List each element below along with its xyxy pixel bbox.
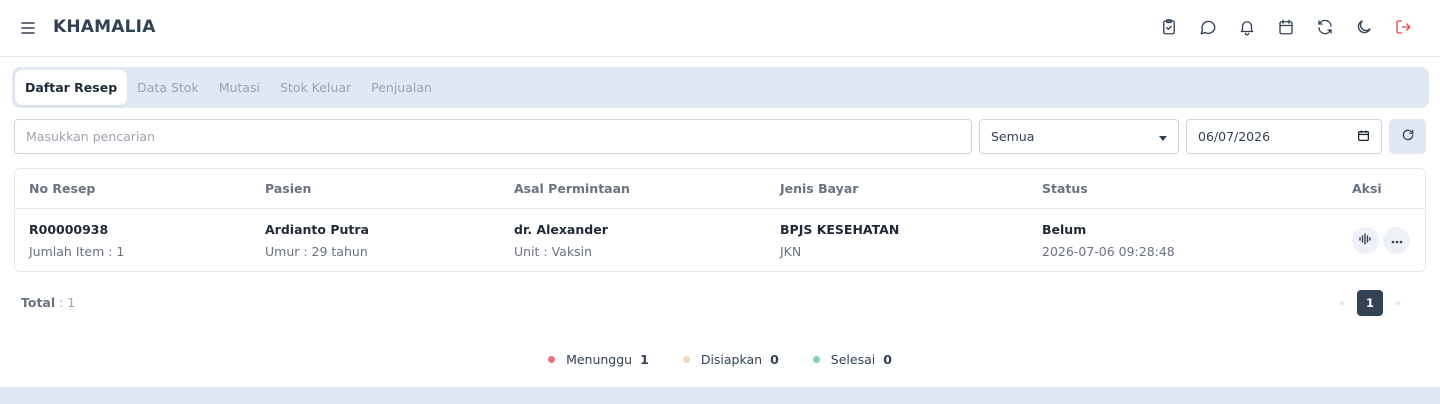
legend-count: 0 (883, 352, 892, 367)
search-input[interactable] (14, 119, 972, 154)
calendar-icon[interactable] (1275, 16, 1297, 38)
column-aksi: Aksi (1352, 181, 1382, 196)
tab-data-stok[interactable]: Data Stok (127, 70, 209, 105)
no-resep: R00000938 (29, 222, 109, 237)
column-status: Status (1042, 181, 1088, 196)
footer-strip (0, 387, 1440, 404)
tab-daftar-resep[interactable]: Daftar Resep (15, 70, 128, 105)
page-number-button[interactable]: 1 (1357, 290, 1383, 316)
legend-count: 1 (640, 352, 649, 367)
audio-call-button[interactable] (1352, 227, 1379, 254)
top-header: KHAMALIA (0, 0, 1440, 57)
patient-age: Umur : 29 tahun (265, 244, 368, 259)
total-count: Total : 1 (21, 295, 75, 310)
legend-count: 0 (770, 352, 779, 367)
legend-label: Selesai (830, 352, 876, 367)
bell-icon[interactable] (1236, 16, 1258, 38)
prev-page-button[interactable]: « (1331, 298, 1353, 309)
legend-dot (682, 356, 690, 363)
legend-menunggu: Menunggu 1 (548, 352, 649, 367)
prescription-table: No Resep Pasien Asal Permintaan Jenis Ba… (14, 168, 1426, 272)
tab-mutasi[interactable]: Mutasi (209, 70, 270, 105)
legend-disiapkan: Disiapkan 0 (682, 352, 779, 367)
calendar-picker-icon[interactable] (1357, 129, 1370, 145)
app-title: KHAMALIA (53, 17, 156, 37)
header-actions (1158, 16, 1414, 38)
audio-wave-icon (1359, 232, 1372, 249)
tab-stok-keluar[interactable]: Stok Keluar (270, 70, 361, 105)
table-header: No Resep Pasien Asal Permintaan Jenis Ba… (15, 169, 1425, 209)
status-select-value: Semua (991, 129, 1035, 144)
hamburger-menu-icon[interactable] (18, 18, 38, 38)
tab-penjualan[interactable]: Penjualan (361, 70, 442, 105)
status-legend: Menunggu 1 Disiapkan 0 Selesai 0 (0, 352, 1440, 367)
column-pasien: Pasien (265, 181, 312, 196)
status-select[interactable]: Semua (979, 119, 1179, 154)
table-row[interactable]: R00000938 Jumlah Item : 1 Ardianto Putra… (15, 210, 1425, 271)
refresh-icon (1401, 128, 1415, 146)
more-horizontal-icon (1391, 233, 1403, 248)
caret-down-icon (1159, 129, 1167, 144)
jumlah-item: Jumlah Item : 1 (29, 244, 125, 259)
status-text: Belum (1042, 222, 1087, 237)
patient-name: Ardianto Putra (265, 222, 369, 237)
legend-selesai: Selesai 0 (812, 352, 892, 367)
payment-subtype: JKN (780, 244, 802, 259)
legend-dot (548, 356, 556, 363)
total-value: : 1 (59, 295, 76, 310)
date-input[interactable]: 06/07/2026 (1186, 119, 1382, 154)
tab-bar: Daftar Resep Data Stok Mutasi Stok Kelua… (12, 67, 1429, 108)
payment-type: BPJS KESEHATAN (780, 222, 900, 237)
moon-icon[interactable] (1353, 16, 1375, 38)
requesting-doctor: dr. Alexander (514, 222, 608, 237)
more-options-button[interactable] (1383, 227, 1410, 254)
chat-icon[interactable] (1197, 16, 1219, 38)
column-asal-permintaan: Asal Permintaan (514, 181, 630, 196)
next-page-button[interactable]: » (1387, 298, 1409, 309)
logout-icon[interactable] (1392, 16, 1414, 38)
refresh-icon[interactable] (1314, 16, 1336, 38)
status-timestamp: 2026-07-06 09:28:48 (1042, 244, 1175, 259)
total-label: Total (21, 295, 56, 310)
legend-label: Disiapkan (700, 352, 763, 367)
legend-dot (812, 356, 820, 363)
pagination: « 1 » (1331, 290, 1409, 316)
requesting-unit: Unit : Vaksin (514, 244, 592, 259)
clipboard-check-icon[interactable] (1158, 16, 1180, 38)
legend-label: Menunggu (566, 352, 633, 367)
column-jenis-bayar: Jenis Bayar (780, 181, 859, 196)
column-no-resep: No Resep (29, 181, 96, 196)
date-value: 06/07/2026 (1198, 129, 1271, 144)
refresh-button[interactable] (1389, 119, 1426, 154)
